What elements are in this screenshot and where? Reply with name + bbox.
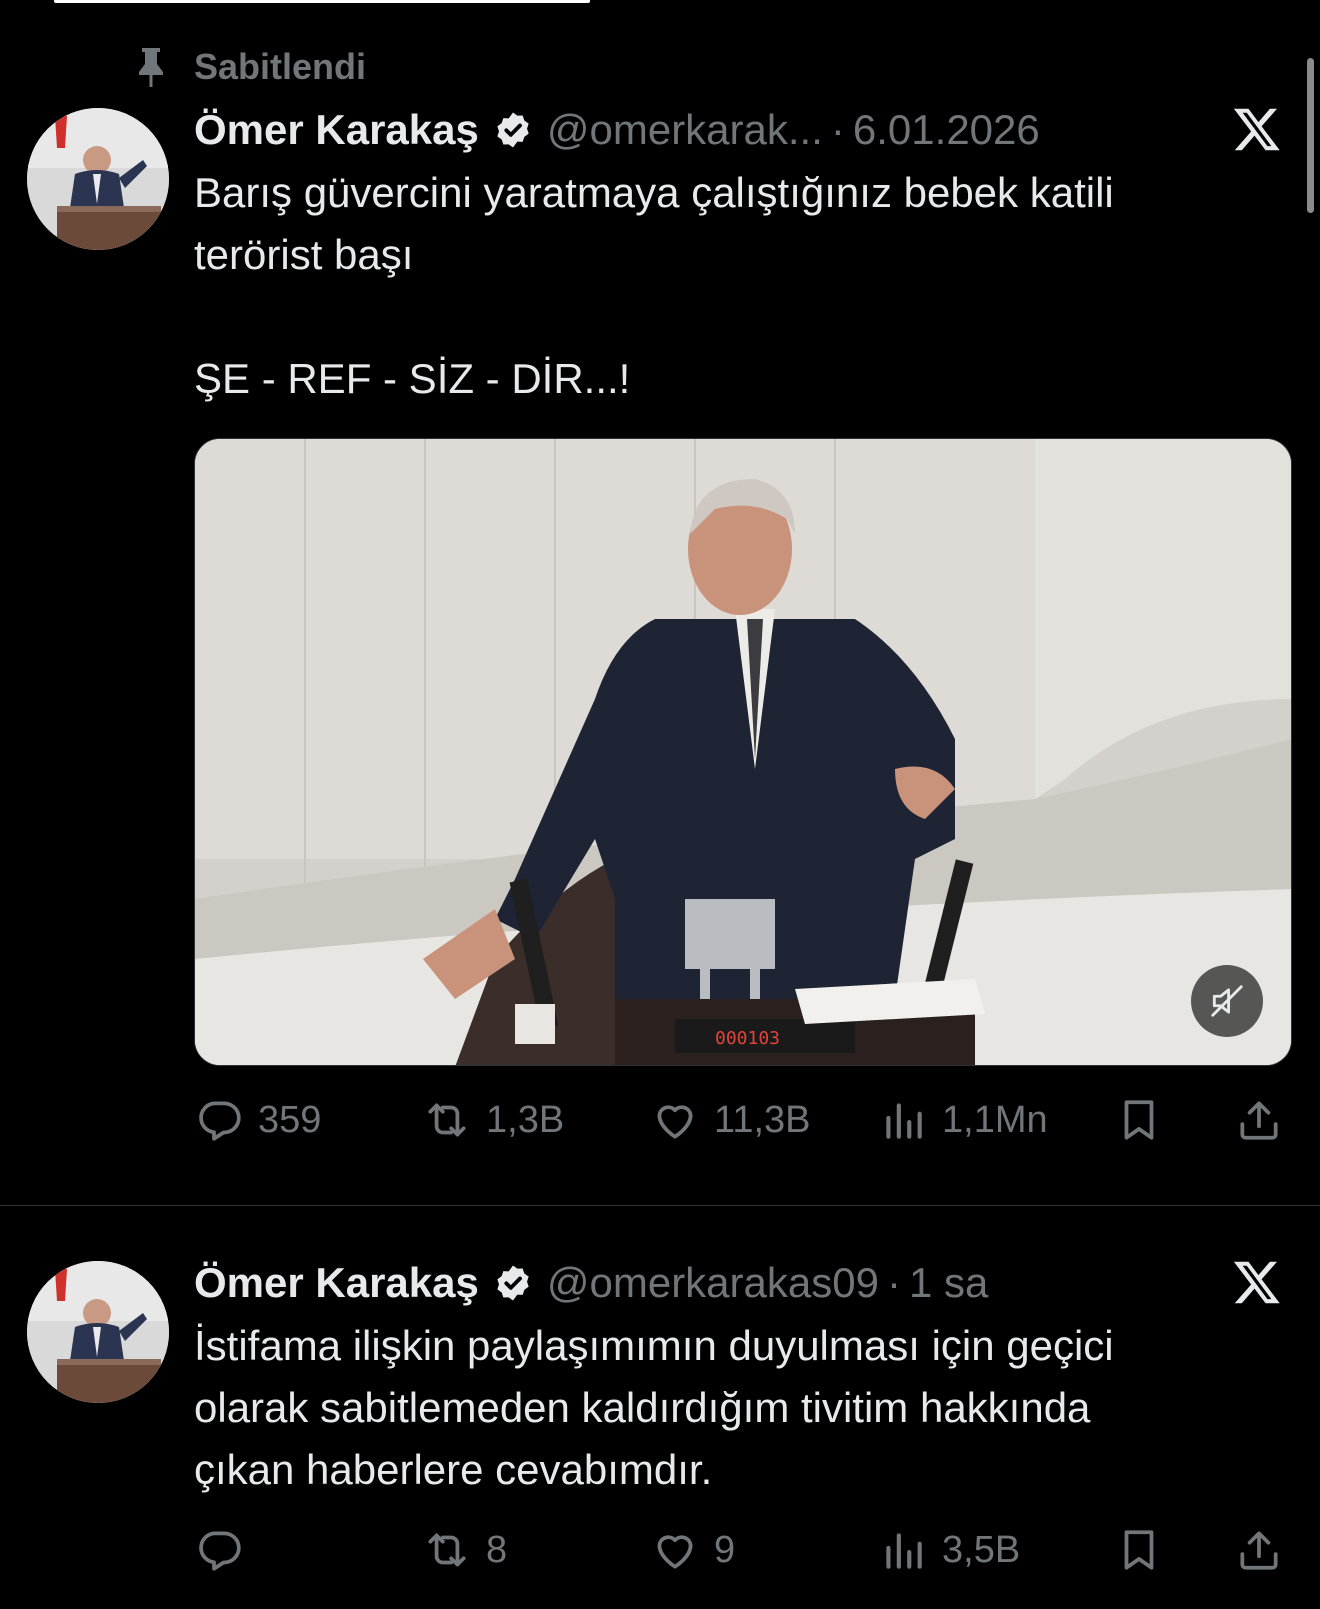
views-icon — [886, 1103, 922, 1139]
tweet-video[interactable]: 000103 — [194, 438, 1292, 1066]
x-logo-icon — [1232, 1257, 1282, 1307]
tweet-timestamp[interactable]: 6.01.2026 — [853, 106, 1040, 154]
tweet-actions: 359 1,3B 11,3B 1,1Mn — [194, 1090, 1294, 1150]
bookmark-icon — [1124, 1530, 1154, 1570]
views-button[interactable]: 1,1Mn — [878, 1090, 1048, 1150]
video-timer: 000103 — [715, 1028, 780, 1049]
mute-icon — [1211, 985, 1243, 1017]
author-handle[interactable]: @omerkarak... — [547, 106, 823, 154]
repost-icon — [428, 1533, 466, 1567]
tweet-divider — [0, 1205, 1320, 1206]
reply-icon — [199, 1531, 241, 1571]
repost-button[interactable]: 8 — [422, 1520, 507, 1580]
views-icon — [886, 1533, 922, 1569]
views-count: 3,5B — [942, 1528, 1021, 1571]
author-handle[interactable]: @omerkarakas09 — [547, 1259, 879, 1307]
repost-count: 8 — [486, 1528, 508, 1571]
video-frame: 000103 — [195, 439, 1291, 1065]
share-button[interactable] — [1234, 1090, 1284, 1150]
reply-count: 359 — [258, 1098, 322, 1141]
heart-icon — [657, 1105, 693, 1139]
like-count: 9 — [714, 1528, 736, 1571]
repost-button[interactable]: 1,3B — [422, 1090, 564, 1150]
repost-count: 1,3B — [486, 1098, 565, 1141]
pinned-label: Sabitlendi — [194, 46, 367, 87]
avatar[interactable] — [27, 1261, 169, 1403]
views-count: 1,1Mn — [942, 1098, 1048, 1141]
like-button[interactable]: 11,3B — [650, 1090, 810, 1150]
heart-icon — [657, 1535, 693, 1569]
share-icon — [1240, 1101, 1278, 1140]
separator-dot: · — [886, 1259, 901, 1306]
x-logo-icon — [1232, 104, 1282, 154]
share-button[interactable] — [1234, 1520, 1284, 1580]
bookmark-button[interactable] — [1114, 1520, 1164, 1580]
tweet-header: Ömer Karakaş @omerkarak... · 6.01.2026 — [194, 102, 1040, 158]
pin-icon — [134, 45, 168, 89]
top-edge-strip — [54, 0, 590, 3]
bookmark-button[interactable] — [1114, 1090, 1164, 1150]
tweet-text: İstifama ilişkin paylaşımımın duyulması … — [194, 1322, 1114, 1493]
author-name[interactable]: Ömer Karakaş — [194, 106, 479, 154]
tweet-timestamp[interactable]: 1 sa — [909, 1259, 988, 1307]
verified-badge-icon — [493, 1263, 533, 1303]
reply-button[interactable]: 359 — [194, 1090, 321, 1150]
pinned-indicator: Sabitlendi — [134, 42, 366, 92]
author-name[interactable]: Ömer Karakaş — [194, 1259, 479, 1307]
bookmark-icon — [1124, 1100, 1154, 1140]
like-count: 11,3B — [714, 1098, 811, 1141]
repost-icon — [428, 1103, 466, 1137]
verified-badge-icon — [493, 110, 533, 150]
share-icon — [1240, 1531, 1278, 1570]
tweet-header: Ömer Karakaş @omerkarakas09 · 1 sa — [194, 1255, 988, 1311]
like-button[interactable]: 9 — [650, 1520, 735, 1580]
tweet-text: Barış güvercini yaratmaya çalıştığınız b… — [194, 169, 1114, 402]
scrollbar[interactable] — [1307, 58, 1314, 213]
reply-icon — [199, 1101, 241, 1141]
tweet-actions: 8 9 3,5B — [194, 1520, 1294, 1580]
separator-dot: · — [830, 106, 845, 153]
views-button[interactable]: 3,5B — [878, 1520, 1020, 1580]
mute-button[interactable] — [1191, 965, 1263, 1037]
reply-button[interactable] — [194, 1520, 258, 1580]
avatar[interactable] — [27, 108, 169, 250]
